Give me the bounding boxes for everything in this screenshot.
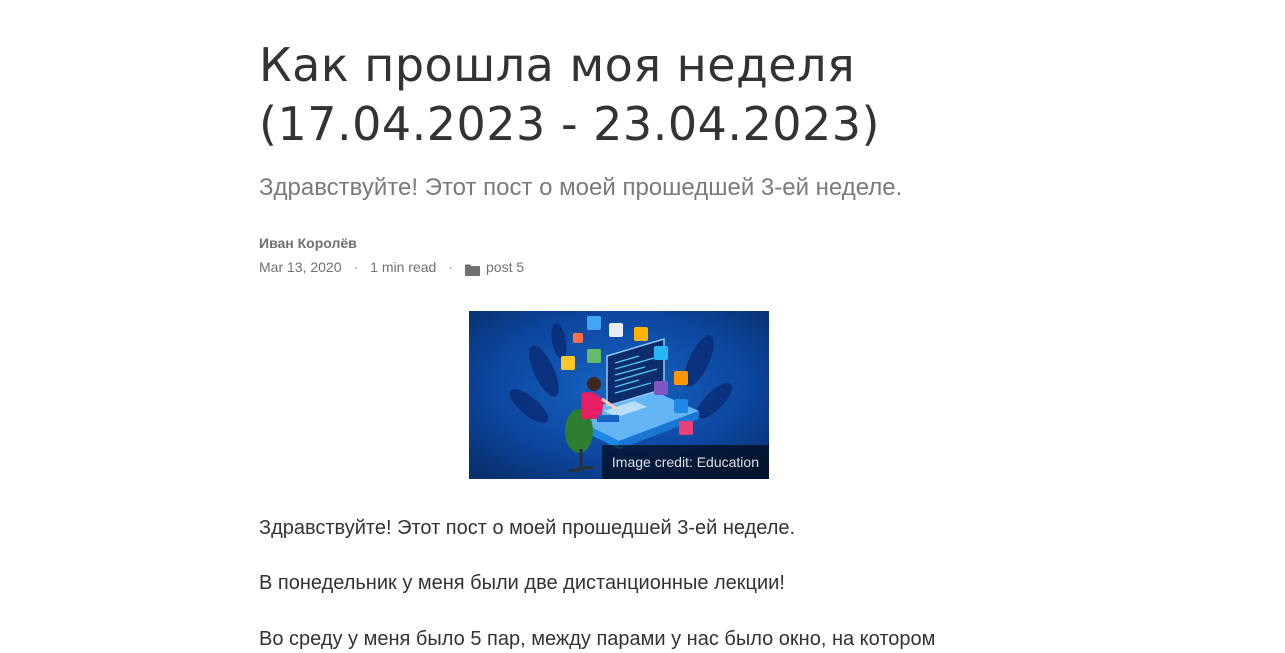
category-link[interactable]: post 5 <box>486 257 524 277</box>
author-name[interactable]: Иван Королёв <box>259 233 1019 253</box>
paragraph: В понедельник у меня были две дистанцион… <box>259 572 785 594</box>
read-time: 1 min read <box>370 259 437 275</box>
page-title-line-1: Как прошла моя неделя <box>259 38 856 92</box>
post-meta: Mar 13, 2020 · 1 min read · post 5 <box>259 257 1019 277</box>
page-title: Как прошла моя неделя (17.04.2023 - 23.0… <box>259 36 1019 154</box>
article: Как прошла моя неделя (17.04.2023 - 23.0… <box>259 0 1019 653</box>
folder-icon <box>465 261 480 276</box>
post-date: Mar 13, 2020 <box>259 259 342 275</box>
paragraph: Здравствуйте! Этот пост о моей прошедшей… <box>259 517 796 539</box>
page-title-line-2: (17.04.2023 - 23.04.2023) <box>259 97 880 151</box>
post-body: Здравствуйте! Этот пост о моей прошедшей… <box>259 514 1019 653</box>
image-caption: Image credit: Education <box>601 445 769 479</box>
paragraph: Во среду у меня было 5 пар, между парами… <box>259 628 936 650</box>
featured-image: Image credit: Education <box>469 311 769 479</box>
meta-separator: · <box>353 259 359 275</box>
meta-separator: · <box>448 259 453 275</box>
post-subtitle: Здравствуйте! Этот пост о моей прошедшей… <box>259 174 903 201</box>
